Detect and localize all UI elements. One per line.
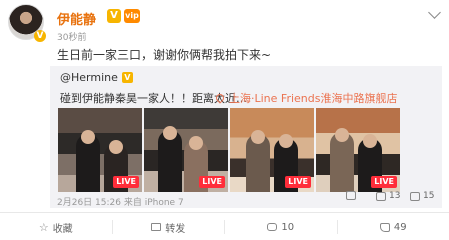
repost-header: @Hermine V [60,71,133,84]
repost-share-button[interactable] [346,191,359,200]
repost-comment-count: 13 [389,191,401,201]
live-badge: LIVE [113,176,139,188]
favorite-label: 收藏 [52,223,73,235]
photo-thumbnail[interactable]: LIVE [230,108,314,192]
post-time[interactable]: 30秒前 [57,30,86,43]
comment-icon [376,191,386,201]
share-icon [151,223,162,231]
comment-button[interactable]: 10 [225,216,337,238]
favorite-button[interactable]: ☆ 收藏 [0,216,112,238]
like-button[interactable]: 49 [338,216,449,238]
forward-button[interactable]: 转发 [113,216,225,238]
verified-v-icon: V [107,9,121,23]
repost-user[interactable]: @Hermine [60,71,118,84]
live-badge: LIVE [199,176,225,188]
star-icon: ☆ [38,220,49,234]
like-count: 49 [393,221,407,233]
verified-badge: V [34,30,46,42]
live-badge: LIVE [285,176,311,188]
photo-grid: LIVE LIVE LIVE LIVE [58,108,400,192]
forward-label: 转发 [165,223,186,235]
repost-location[interactable]: 上海·Line Friends淮海中路旗舰店 [214,90,398,106]
username[interactable]: 伊能静 [57,9,96,28]
repost-comment-button[interactable]: 13 [376,191,400,201]
divider [0,212,449,213]
like-icon [379,222,390,232]
repost-card: @Hermine V 碰到伊能静秦昊一家人！！距离太近… 上海·Line Fri… [50,66,442,208]
chevron-down-icon[interactable] [428,6,441,19]
comment-count: 10 [281,221,295,233]
repost-like-count: 15 [423,191,435,201]
action-bar: ☆ 收藏 转发 10 49 [0,216,449,238]
vip-icon: vip [124,9,140,23]
comment-icon [267,223,278,231]
repost-like-button[interactable]: 15 [410,191,434,201]
post-text: 生日前一家三口，谢谢你俩帮我拍下来~ [57,48,272,62]
photo-thumbnail[interactable]: LIVE [316,108,400,192]
share-icon [346,191,356,200]
like-icon [410,191,420,201]
photo-thumbnail[interactable]: LIVE [144,108,228,192]
location-pin-icon [214,92,226,104]
repost-meta: 2月26日 15:26 来自 iPhone 7 [57,198,184,208]
verified-v-icon: V [121,72,133,83]
user-badges: V vip [107,9,140,23]
location-label: 上海·Line Friends淮海中路旗舰店 [229,92,398,105]
live-badge: LIVE [371,176,397,188]
photo-thumbnail[interactable]: LIVE [58,108,142,192]
